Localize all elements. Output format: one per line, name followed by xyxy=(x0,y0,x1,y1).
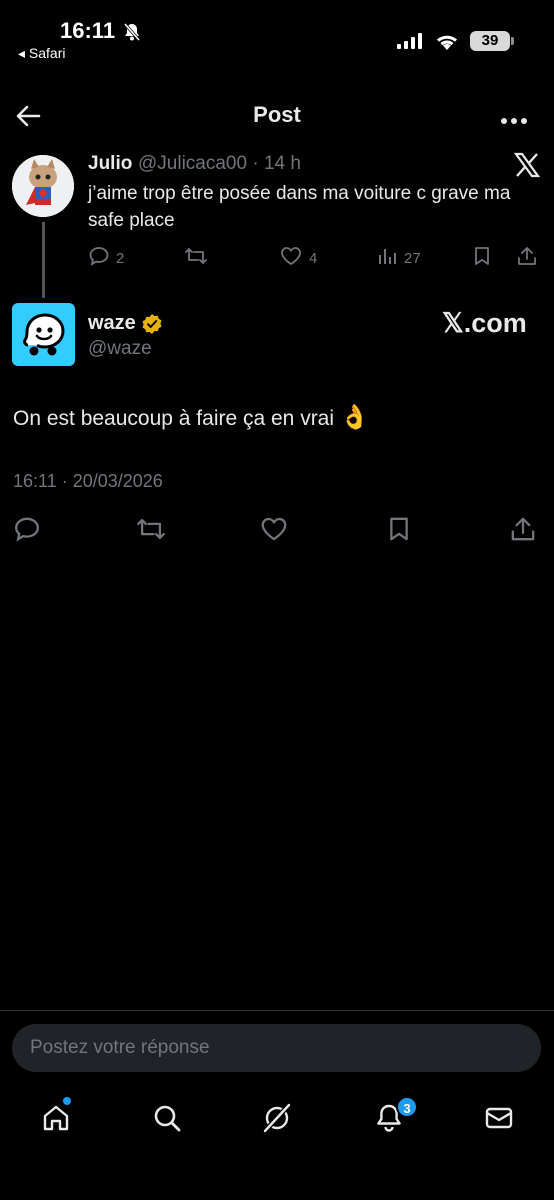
tab-messages[interactable] xyxy=(479,1098,519,1138)
source-label: 𝕏.com xyxy=(442,308,527,338)
reply-divider xyxy=(0,1010,554,1011)
post-timestamp: 16:11 · 20/03/2026 xyxy=(13,471,163,491)
quoted-views-button[interactable]: 27 xyxy=(376,245,421,271)
quoted-post-text: j’aime trop être posée dans ma voiture c… xyxy=(88,183,511,231)
quoted-repost-button[interactable] xyxy=(184,245,208,271)
grok-icon xyxy=(263,1103,291,1133)
more-icon[interactable] xyxy=(500,112,528,130)
page-title: Post xyxy=(253,102,301,127)
tab-grok[interactable] xyxy=(257,1098,297,1138)
post-header: Post xyxy=(0,90,554,140)
bell-slash-icon xyxy=(122,22,142,47)
messages-icon xyxy=(485,1107,513,1129)
quoted-reply-button[interactable]: 2 xyxy=(88,245,124,271)
avatar-julio[interactable] xyxy=(12,155,74,217)
quoted-reply-count: 2 xyxy=(116,249,125,267)
share-button[interactable] xyxy=(509,515,537,548)
post-emoji: 👌 xyxy=(339,404,370,431)
status-bar: 16:11 ◂ Safari 39 xyxy=(0,0,554,70)
notifications-badge: 3 xyxy=(396,1096,418,1118)
quoted-like-count: 4 xyxy=(309,249,318,267)
views-icon xyxy=(376,245,398,271)
like-button[interactable] xyxy=(259,515,289,548)
home-unread-dot xyxy=(63,1097,71,1105)
bookmark-button[interactable] xyxy=(385,515,413,548)
wifi-icon xyxy=(434,31,460,56)
verified-badge-icon xyxy=(141,313,163,340)
thread-connector xyxy=(42,222,45,298)
battery-tip xyxy=(511,37,514,45)
back-to-safari-link[interactable]: ◂ Safari xyxy=(18,45,66,62)
battery-icon: 39 xyxy=(470,31,510,51)
post-text-body: On est beaucoup à faire ça en vrai xyxy=(13,407,335,430)
reply-input[interactable] xyxy=(12,1024,541,1072)
avatar-waze[interactable] xyxy=(12,303,75,366)
repost-button[interactable] xyxy=(135,515,167,548)
author-handle: @waze xyxy=(88,338,152,359)
repost-icon xyxy=(137,518,165,540)
like-icon xyxy=(279,245,303,271)
author-name[interactable]: waze xyxy=(88,312,136,335)
quoted-views-count: 27 xyxy=(404,249,421,267)
like-icon xyxy=(261,517,287,541)
status-time: 16:11 xyxy=(60,18,116,43)
search-icon xyxy=(154,1105,181,1132)
post-text: On est beaucoup à faire ça en vrai 👌 xyxy=(13,403,370,432)
share-icon xyxy=(511,517,535,541)
bookmark-icon xyxy=(471,245,493,271)
quoted-bookmark-button[interactable] xyxy=(471,245,493,271)
quoted-share-button[interactable] xyxy=(516,245,538,271)
repost-icon xyxy=(184,245,208,271)
tab-search[interactable] xyxy=(147,1098,187,1138)
quoted-author-name[interactable]: Julio xyxy=(88,153,132,175)
reply-icon xyxy=(15,517,39,542)
signal-icon xyxy=(397,33,425,54)
quoted-author-handle: @Julicaca00 · 14 h xyxy=(138,153,301,174)
x-logo-icon xyxy=(513,152,541,183)
reply-icon xyxy=(88,245,110,271)
reply-button[interactable] xyxy=(13,515,41,548)
share-icon xyxy=(516,245,538,271)
tab-home[interactable] xyxy=(36,1098,76,1138)
quoted-like-button[interactable]: 4 xyxy=(279,245,317,271)
home-icon xyxy=(43,1105,69,1131)
bookmark-icon xyxy=(390,517,408,541)
